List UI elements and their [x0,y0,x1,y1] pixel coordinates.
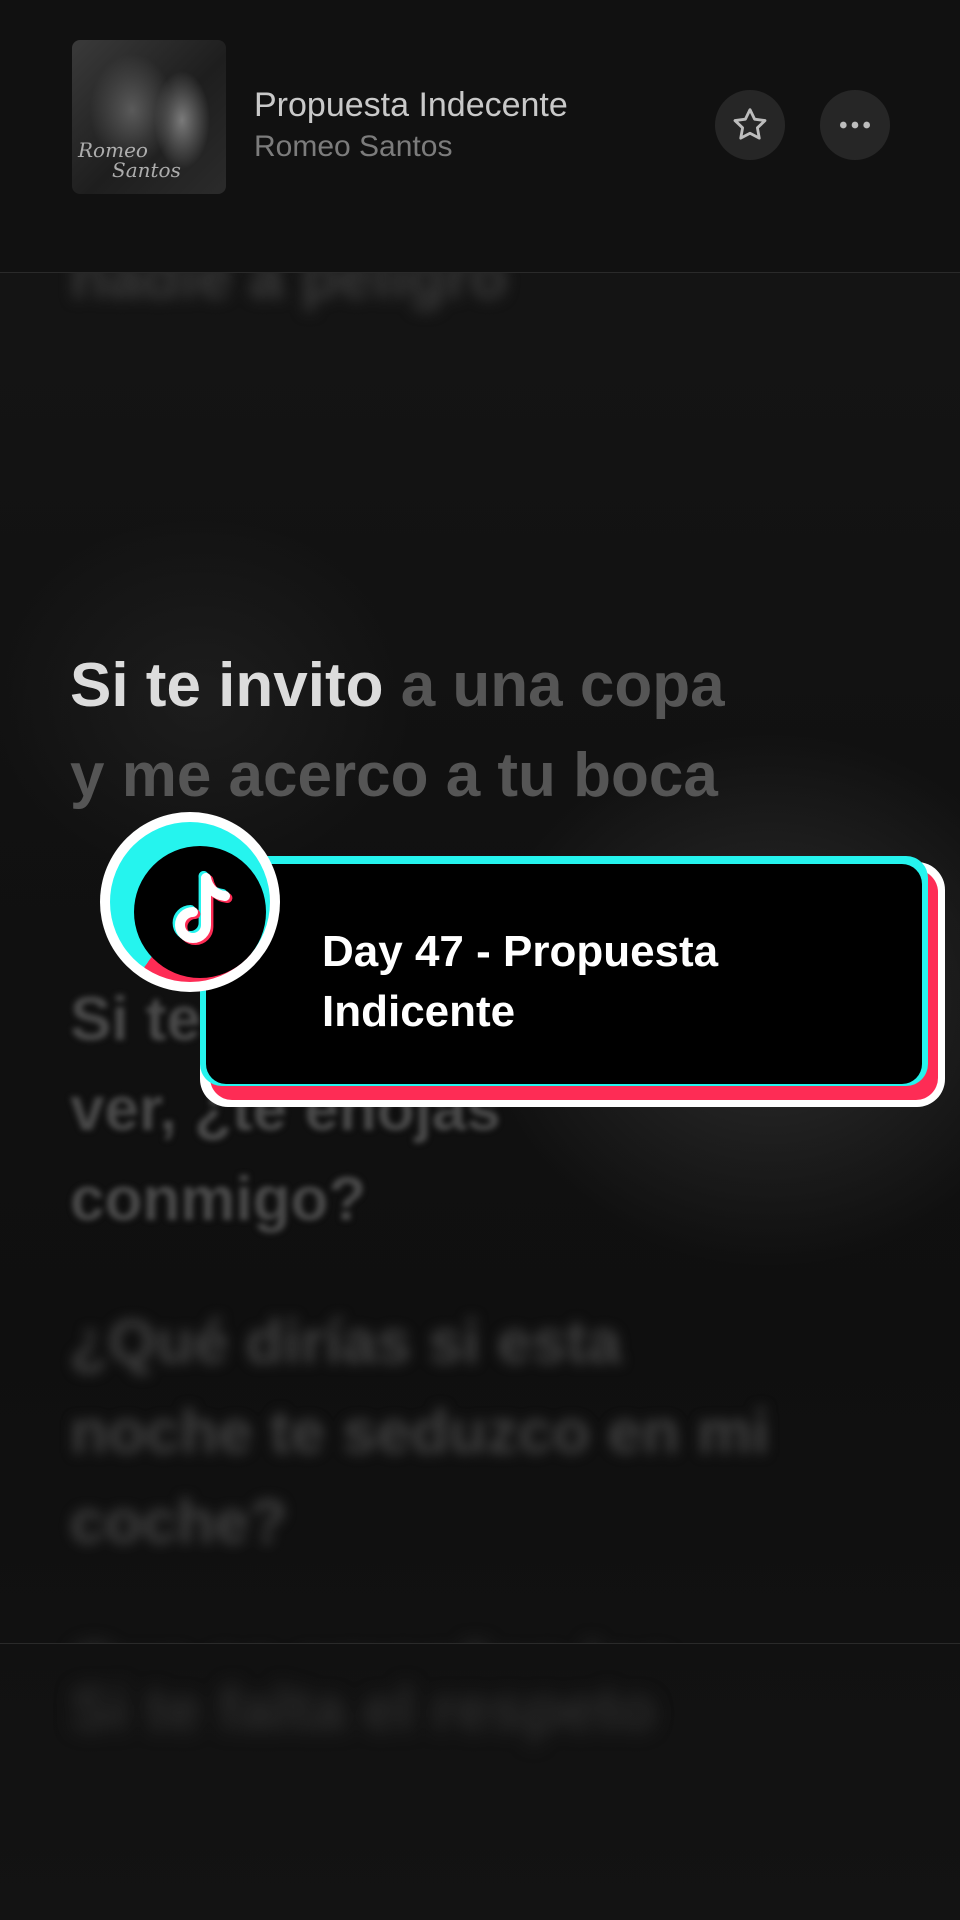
tiktok-badge [100,812,280,992]
album-art-lettering: Romeo Santos [78,138,181,182]
more-horizontal-icon [840,121,870,129]
tiktok-caption-sticker: Day 47 - Propuesta Indicente [100,812,945,1112]
tiktok-logo-icon [172,871,233,945]
sticker-caption: Day 47 - Propuesta Indicente [322,927,719,1036]
lyric-line-below-panel: Si te falta el respeto [70,1675,656,1744]
album-art[interactable]: Romeo Santos [72,40,226,194]
lyric-line-previous[interactable]: nadie a peligro [70,273,770,323]
lyric-line-current[interactable]: Si te invito a una copa y me acerco a tu… [70,641,770,821]
tiktok-badge-ring [110,822,270,982]
artist-name[interactable]: Romeo Santos [254,128,452,166]
now-playing-header: Romeo Santos Propuesta Indecente Romeo S… [0,0,960,273]
more-options-button[interactable] [820,90,890,160]
lyric-sung-part: Si te invito [70,651,384,720]
favorite-button[interactable] [715,90,785,160]
song-title[interactable]: Propuesta Indecente [254,84,568,126]
lyric-line-next[interactable]: Que se empañen los vidrios y la regla es… [70,1623,770,1643]
tiktok-badge-core [134,846,266,978]
star-icon [733,108,767,140]
lyric-line-next[interactable]: ¿Qué dirías si esta noche te seduzco en … [70,1298,770,1568]
